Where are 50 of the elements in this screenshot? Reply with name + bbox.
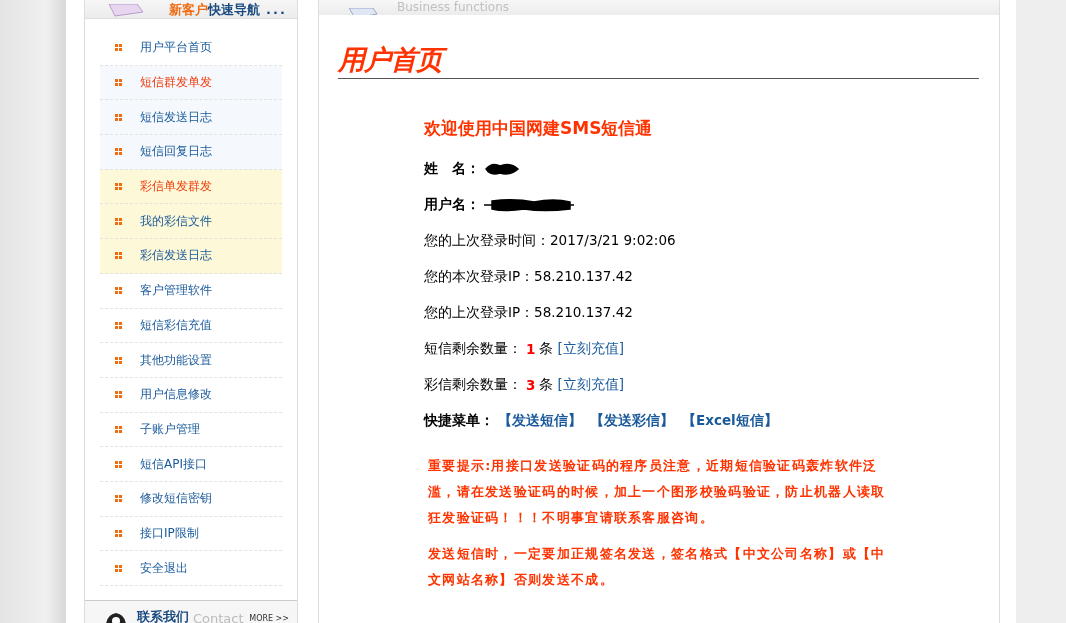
bullet-icon <box>115 217 122 225</box>
nav-link[interactable]: 短信回复日志 <box>100 135 282 170</box>
unit-text: 条 <box>539 340 554 358</box>
sidebar-title: 新客户 <box>169 1 208 18</box>
bullet-icon <box>115 252 122 260</box>
quick-menu-label: 快捷菜单： <box>424 412 494 430</box>
page-title: 用户首页 <box>338 42 979 79</box>
recharge-link[interactable]: [立刻充值] <box>557 376 624 394</box>
field-label: 短信剩余数量： <box>424 340 522 358</box>
count-value: 1 <box>526 341 536 357</box>
sidebar-title-suffix: 快速导航 <box>208 1 260 18</box>
bullet-icon <box>115 113 122 121</box>
welcome-heading: 欢迎使用中国网建SMS短信通 <box>424 117 654 139</box>
quick-link[interactable]: 【发送短信】 <box>498 412 582 430</box>
contact-subtitle: Contact <box>193 611 244 623</box>
notice-text: 重要提示:用接口发送验证码的程序员注意，近期短信验证码轰炸软件泛滥，请在发送验证码的时候，加上一个图形校验码验证，防止机器人读取狂发验证码！！！不明事宜请联系客服咨询。 <box>428 457 886 527</box>
bullet-icon <box>115 287 122 295</box>
nav-link[interactable]: 短信群发单发 <box>100 65 282 101</box>
bullet-icon <box>115 495 122 503</box>
bullet-icon <box>115 79 122 87</box>
bullet-icon <box>115 183 122 191</box>
info-text: 您的上次登录IP：58.210.137.42 <box>424 304 633 322</box>
notice-text: 发送短信时，一定要加正规签名发送，签名格式【中文公司名称】或【中文网站名称】否则发送不成。 <box>428 545 886 589</box>
nav-link[interactable]: 彩信发送日志 <box>100 239 282 274</box>
info-text: 您的上次登录时间：2017/3/21 9:02:06 <box>424 232 676 250</box>
ellipsis: ... <box>266 1 287 18</box>
bullet-icon <box>115 356 122 364</box>
redaction-scribble <box>484 162 520 176</box>
bullet-icon <box>115 529 122 537</box>
info-text: 您的本次登录IP：58.210.137.42 <box>424 268 633 286</box>
unit-text: 条 <box>539 376 554 394</box>
nav-link[interactable]: 短信发送日志 <box>100 100 282 136</box>
bullet-icon <box>115 44 122 52</box>
bullet-icon <box>115 148 122 156</box>
field-label: 彩信剩余数量： <box>424 376 522 394</box>
bullet-icon <box>115 564 122 572</box>
bullet-icon <box>115 391 122 399</box>
quick-link[interactable]: 【Excel短信】 <box>682 412 778 430</box>
nav-link[interactable]: 彩信单发群发 <box>100 169 282 205</box>
field-label: 用户名： <box>424 196 480 214</box>
recharge-link[interactable]: [立刻充值] <box>557 340 624 358</box>
count-value: 3 <box>526 377 536 393</box>
bullet-icon <box>115 321 122 329</box>
field-label: 姓 名： <box>424 160 480 178</box>
nav-link[interactable]: 我的彩信文件 <box>100 204 282 240</box>
more-link[interactable]: MORE >> <box>249 614 297 623</box>
bullet-icon <box>115 460 122 468</box>
quick-link[interactable]: 【发送彩信】 <box>590 412 674 430</box>
contact-title: 联系我们 <box>137 608 189 623</box>
bullet-icon <box>115 425 122 433</box>
